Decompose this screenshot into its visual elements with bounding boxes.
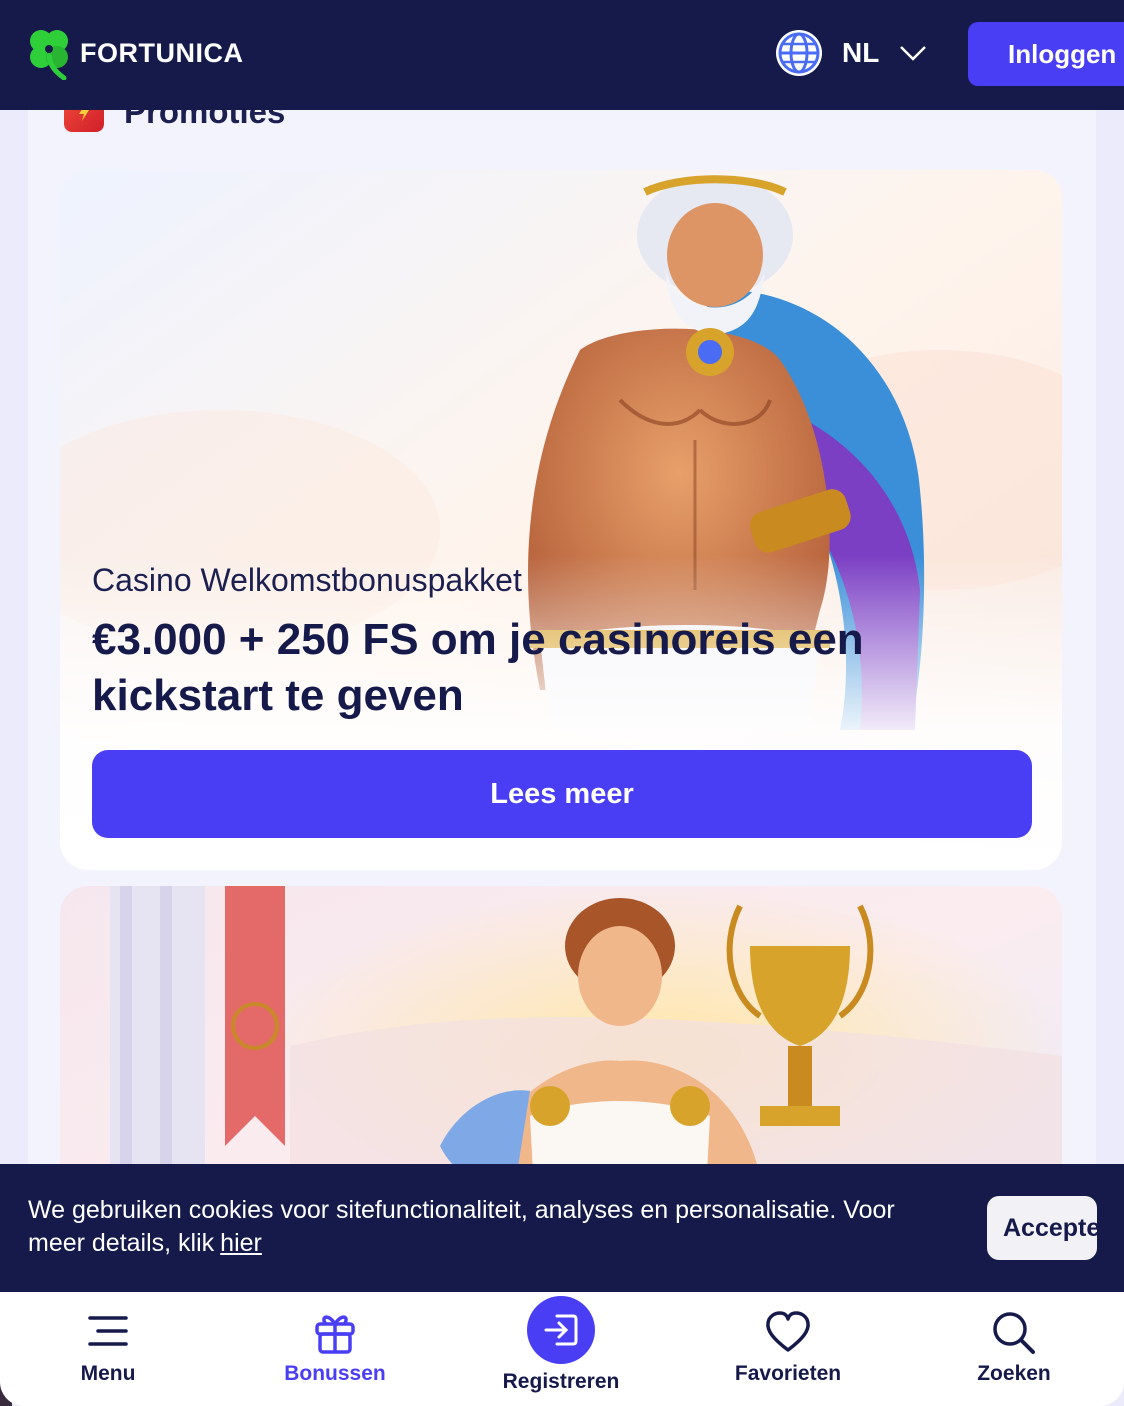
- promo-subtitle: Casino Welkomstbonuspakket: [92, 562, 522, 598]
- nav-search[interactable]: Zoeken: [924, 1292, 1104, 1406]
- cookie-text: We gebruiken cookies voor sitefunctional…: [28, 1196, 895, 1257]
- nav-bonuses[interactable]: Bonussen: [245, 1292, 425, 1406]
- cookie-message: We gebruiken cookies voor sitefunctional…: [28, 1194, 948, 1260]
- language-code: NL: [842, 37, 880, 68]
- nav-favorites-label: Favorieten: [734, 1362, 842, 1385]
- language-selector[interactable]: NL: [774, 28, 927, 78]
- chevron-down-icon: [899, 44, 927, 62]
- login-button[interactable]: Inloggen: [968, 22, 1124, 86]
- globe-icon: [774, 28, 824, 78]
- magnifier-icon: [924, 1310, 1104, 1356]
- cookie-details-link[interactable]: hier: [220, 1229, 262, 1257]
- nav-favorites[interactable]: Favorieten: [698, 1292, 878, 1406]
- top-header: FORTUNICA NL Inloggen: [0, 0, 1124, 110]
- promo-title: €3.000 + 250 FS om je casinoreis een kic…: [92, 615, 864, 720]
- cookie-banner: We gebruiken cookies voor sitefunctional…: [0, 1164, 1124, 1292]
- promo-card[interactable]: Casino Welkomstbonuspakket €3.000 + 250 …: [60, 170, 1062, 870]
- bottom-nav: Menu Bonussen Registreren Favorieten Zoe…: [0, 1292, 1124, 1406]
- brand-name: FORTUNICA: [80, 38, 244, 68]
- nav-register[interactable]: Registreren: [471, 1292, 651, 1406]
- nav-register-label: Registreren: [502, 1370, 620, 1393]
- nav-search-label: Zoeken: [977, 1362, 1051, 1385]
- gift-icon: [245, 1308, 425, 1356]
- sign-in-icon: [527, 1296, 595, 1364]
- register-icon-wrap: [471, 1296, 651, 1364]
- nav-menu[interactable]: Menu: [18, 1292, 198, 1406]
- nav-menu-label: Menu: [80, 1362, 136, 1385]
- nav-bonuses-label: Bonussen: [284, 1362, 386, 1385]
- read-more-button[interactable]: Lees meer: [92, 750, 1032, 838]
- hamburger-icon: [18, 1314, 198, 1348]
- accept-cookies-button[interactable]: Accepteren: [987, 1196, 1097, 1260]
- clover-logo-icon: [26, 26, 72, 85]
- heart-icon: [698, 1310, 878, 1354]
- brand-logo[interactable]: FORTUNICA: [26, 26, 243, 85]
